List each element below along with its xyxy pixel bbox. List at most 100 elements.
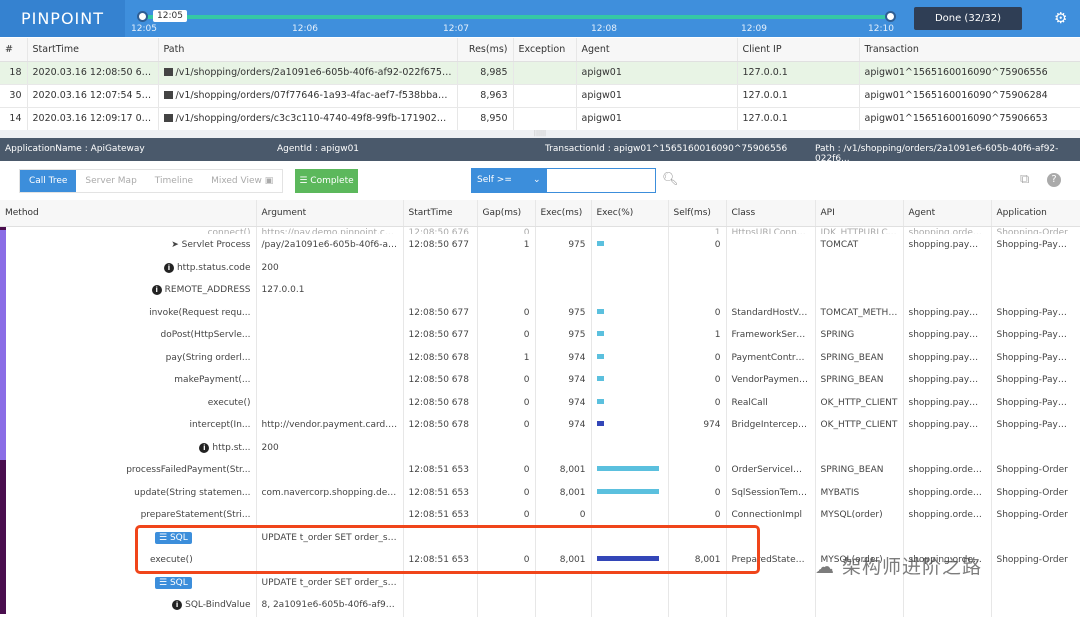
call-tree-row[interactable]: execute()12:08:50 67809740RealCallOK_HTT… [0,392,1080,415]
column-header[interactable]: Exec(%) [591,200,668,226]
complete-label: Complete [310,176,353,186]
cell-pct [591,234,668,257]
call-tree-row[interactable]: ihttp.status.code200 [0,257,1080,280]
cell-exec: 975 [535,324,591,347]
transaction-info-bar: ApplicationName : ApiGateway AgentId : a… [0,138,1080,161]
column-header[interactable]: Gap(ms) [477,200,535,226]
cell-self: 8,001 [668,549,726,572]
method-name: http.status.code [177,263,251,273]
column-header[interactable]: Exception [513,38,576,61]
tab-call-tree[interactable]: Call Tree [20,170,76,192]
agent-id: AgentId : apigw01 [277,144,359,154]
cell-app-text: Shopping-Payment [997,240,1080,250]
cell-agent [903,279,991,302]
column-header[interactable]: StartTime [403,200,477,226]
cell-agent [903,437,991,460]
range-end-handle[interactable] [885,11,896,22]
cell-cls: PaymentController [726,347,815,370]
time-tick: 12:10 [868,24,894,34]
cell-path-text: /v1/shopping/orders/c3c3c110-4740-49f8-9… [176,113,458,124]
cell-ip-text: 127.0.0.1 [743,90,788,101]
cell-arg [256,549,403,572]
column-header[interactable]: Agent [903,200,991,226]
column-header[interactable]: Method [0,200,256,226]
column-header[interactable]: StartTime [27,38,158,61]
column-header[interactable]: Path [158,38,457,61]
call-tree-row[interactable]: iSQL-BindValue8, 2a1091e6-605b-40f6-af92… [0,594,1080,617]
column-header[interactable]: Self(ms) [668,200,726,226]
call-tree-row[interactable]: iREMOTE_ADDRESS127.0.0.1 [0,279,1080,302]
call-tree-row[interactable]: doPost(HttpServle...12:08:50 67709751Fra… [0,324,1080,347]
complete-button[interactable]: ☰ Complete [295,169,358,193]
sql-badge[interactable]: ☰ SQL [155,532,192,544]
sql-badge[interactable]: ☰ SQL [155,577,192,589]
column-header[interactable]: Agent [576,38,737,61]
cell-api-text: SPRING [821,330,855,340]
help-icon[interactable]: ? [1047,173,1061,187]
column-header[interactable]: # [0,38,27,61]
pinpoint-logo[interactable]: PINPOINT [0,0,125,37]
column-header[interactable]: Exec(ms) [535,200,591,226]
call-tree-row[interactable]: ihttp.st...200 [0,437,1080,460]
method-name: connect() [208,228,251,234]
range-start-handle[interactable] [137,11,148,22]
cell-app: Shopping-Payment [991,302,1080,325]
call-tree-row[interactable]: ☰ SQLUPDATE t_order SET order_stat... [0,527,1080,550]
cell-app-text: Shopping-Payment [997,420,1080,430]
call-tree-row[interactable]: invoke(Request requ...12:08:50 67709750S… [0,302,1080,325]
transaction-row[interactable]: 142020.03.16 12:09:17 073/v1/shopping/or… [0,107,1080,130]
column-header[interactable]: API [815,200,903,226]
cell-gap: 0 [477,459,535,482]
cell-ip-text: 127.0.0.1 [743,67,788,78]
cell-app: Shopping-Order [991,459,1080,482]
column-header[interactable]: Class [726,200,815,226]
info-icon: i [164,263,174,273]
gear-icon[interactable]: ⚙ [1054,9,1067,27]
splitter-handle[interactable]: |||||| [0,130,1080,138]
tab-mixed-view[interactable]: Mixed View ▣ [202,170,282,192]
cell-self [668,279,726,302]
tab-server-map[interactable]: Server Map [76,170,145,192]
cell-exec: 8,001 [535,549,591,572]
call-tree-row[interactable]: connect()https://pay.demo.pinpoint.com..… [0,226,1080,234]
exec-bar [597,399,604,404]
column-header[interactable]: Application [991,200,1080,226]
call-tree-row[interactable]: prepareStatement(Stri...12:08:51 653000C… [0,504,1080,527]
cell-app-text: Shopping-Payment [997,308,1080,318]
cell-arg-text: com.navercorp.shopping.demo... [262,488,404,498]
call-tree-row[interactable]: update(String statemen...com.navercorp.s… [0,482,1080,505]
filter-input[interactable] [546,168,656,193]
cell-exec: 975 [535,302,591,325]
open-external-icon[interactable]: ⧉ [1020,172,1029,187]
cell-method: ☰ SQL [0,572,256,595]
cell-app: Shopping-Order [991,226,1080,234]
cell-method: ➤ Servlet Process [0,234,256,257]
cell-start: 12:08:50 678 [403,369,477,392]
cell-self: 0 [668,234,726,257]
column-header[interactable]: Res(ms) [457,38,513,61]
cell-gap [477,437,535,460]
column-header[interactable]: Argument [256,200,403,226]
cell-exec: 974 [535,369,591,392]
call-tree-row[interactable]: makePayment(...12:08:50 67809740VendorPa… [0,369,1080,392]
column-header[interactable]: Client IP [737,38,859,61]
cell-method: ihttp.status.code [0,257,256,280]
filter-select[interactable]: Self >=⌄ [471,168,546,193]
call-tree-row[interactable]: intercept(In...http://vendor.payment.car… [0,414,1080,437]
transaction-row[interactable]: 182020.03.16 12:08:50 672/v1/shopping/or… [0,61,1080,84]
cell-start-text: 12:08:51 653 [409,488,469,498]
column-header[interactable]: Transaction [859,38,1080,61]
tab-timeline[interactable]: Timeline [146,170,202,192]
time-range-slider[interactable] [142,15,892,19]
call-tree-row[interactable]: pay(String orderl...12:08:50 67819740Pay… [0,347,1080,370]
cell-app: Shopping-Order [991,482,1080,505]
transaction-row[interactable]: 302020.03.16 12:07:54 506/v1/shopping/or… [0,84,1080,107]
search-icon[interactable]: 🔍︎ [662,172,679,187]
done-button[interactable]: Done (32/32) [914,7,1022,30]
cell-num: 14 [0,107,27,130]
call-tree-row[interactable]: processFailedPayment(Str...12:08:51 6530… [0,459,1080,482]
cell-cls-text: OrderServiceImpl [732,465,810,475]
cell-arg-text: http://vendor.payment.card.co... [262,420,404,430]
call-tree-row[interactable]: ➤ Servlet Process/pay/2a1091e6-605b-40f6… [0,234,1080,257]
cell-method: pay(String orderl... [0,347,256,370]
